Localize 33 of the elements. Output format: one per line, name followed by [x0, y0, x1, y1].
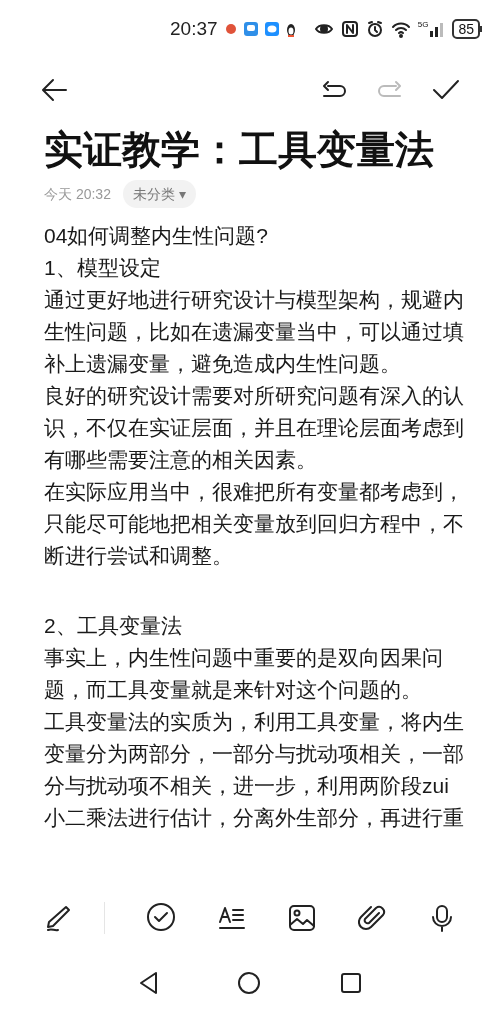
- pen-icon[interactable]: [44, 904, 72, 932]
- alarm-icon: [365, 20, 384, 38]
- note-paragraph: 1、模型设定: [44, 255, 162, 281]
- note-paragraph: 04如何调整内生性问题?: [44, 223, 270, 249]
- note-paragraph: 通过更好地进行研究设计与模型架构，规避内生性问题，比如在遗漏变量当中，可以通过填补上遗漏变量，避免造成内生性问题。: [44, 287, 465, 377]
- nfc-icon: [340, 20, 359, 38]
- home-circle-icon[interactable]: [238, 972, 260, 994]
- triangle-back-icon[interactable]: [138, 971, 158, 995]
- square-icon[interactable]: [340, 972, 362, 994]
- wifi-icon: [390, 20, 411, 38]
- category-dropdown[interactable]: 未分类 ▾: [122, 180, 196, 208]
- penguin-icon: [284, 21, 297, 37]
- app-notification-icon: [242, 21, 259, 37]
- text-format-icon[interactable]: [218, 904, 247, 932]
- check-circle-icon[interactable]: [146, 903, 177, 933]
- paperclip-icon[interactable]: [358, 904, 387, 932]
- battery-indicator: 85: [452, 19, 482, 39]
- back-arrow-icon[interactable]: [40, 76, 70, 104]
- note-paragraph: 良好的研究设计需要对所研究问题有深入的认识，不仅在实证层面，并且在理论层面考虑到有哪些需要注意的相关因素。: [44, 383, 465, 473]
- note-paragraph: 在实际应用当中，很难把所有变量都考虑到，只能尽可能地把相关变量放到回归方程中，不断进行尝试和调整。: [44, 479, 465, 569]
- note-paragraph: 2、工具变量法: [44, 613, 183, 639]
- note-date: 今天 20:32: [44, 184, 111, 204]
- signal-icon: [429, 21, 446, 37]
- app-notification-icon: [223, 22, 238, 36]
- chat-bubble-icon: [263, 21, 280, 37]
- note-title[interactable]: 实证教学：工具变量法: [44, 124, 456, 176]
- note-paragraph: 事实上，内生性问题中重要的是双向因果问题，而工具变量就是来针对这个问题的。: [44, 645, 444, 703]
- status-time: 20:37: [170, 16, 218, 41]
- image-icon[interactable]: [288, 904, 317, 932]
- check-icon[interactable]: [432, 78, 460, 102]
- undo-icon[interactable]: [320, 80, 348, 100]
- note-paragraph: 工具变量法的实质为，利用工具变量，将内生变量分为两部分，一部分与扰动项相关，一部分与扰动项不相关，进一步，利用两阶段zui小二乘法进行估计，分离外生部分，再进行重: [44, 709, 465, 831]
- network-label: 5G: [417, 21, 429, 29]
